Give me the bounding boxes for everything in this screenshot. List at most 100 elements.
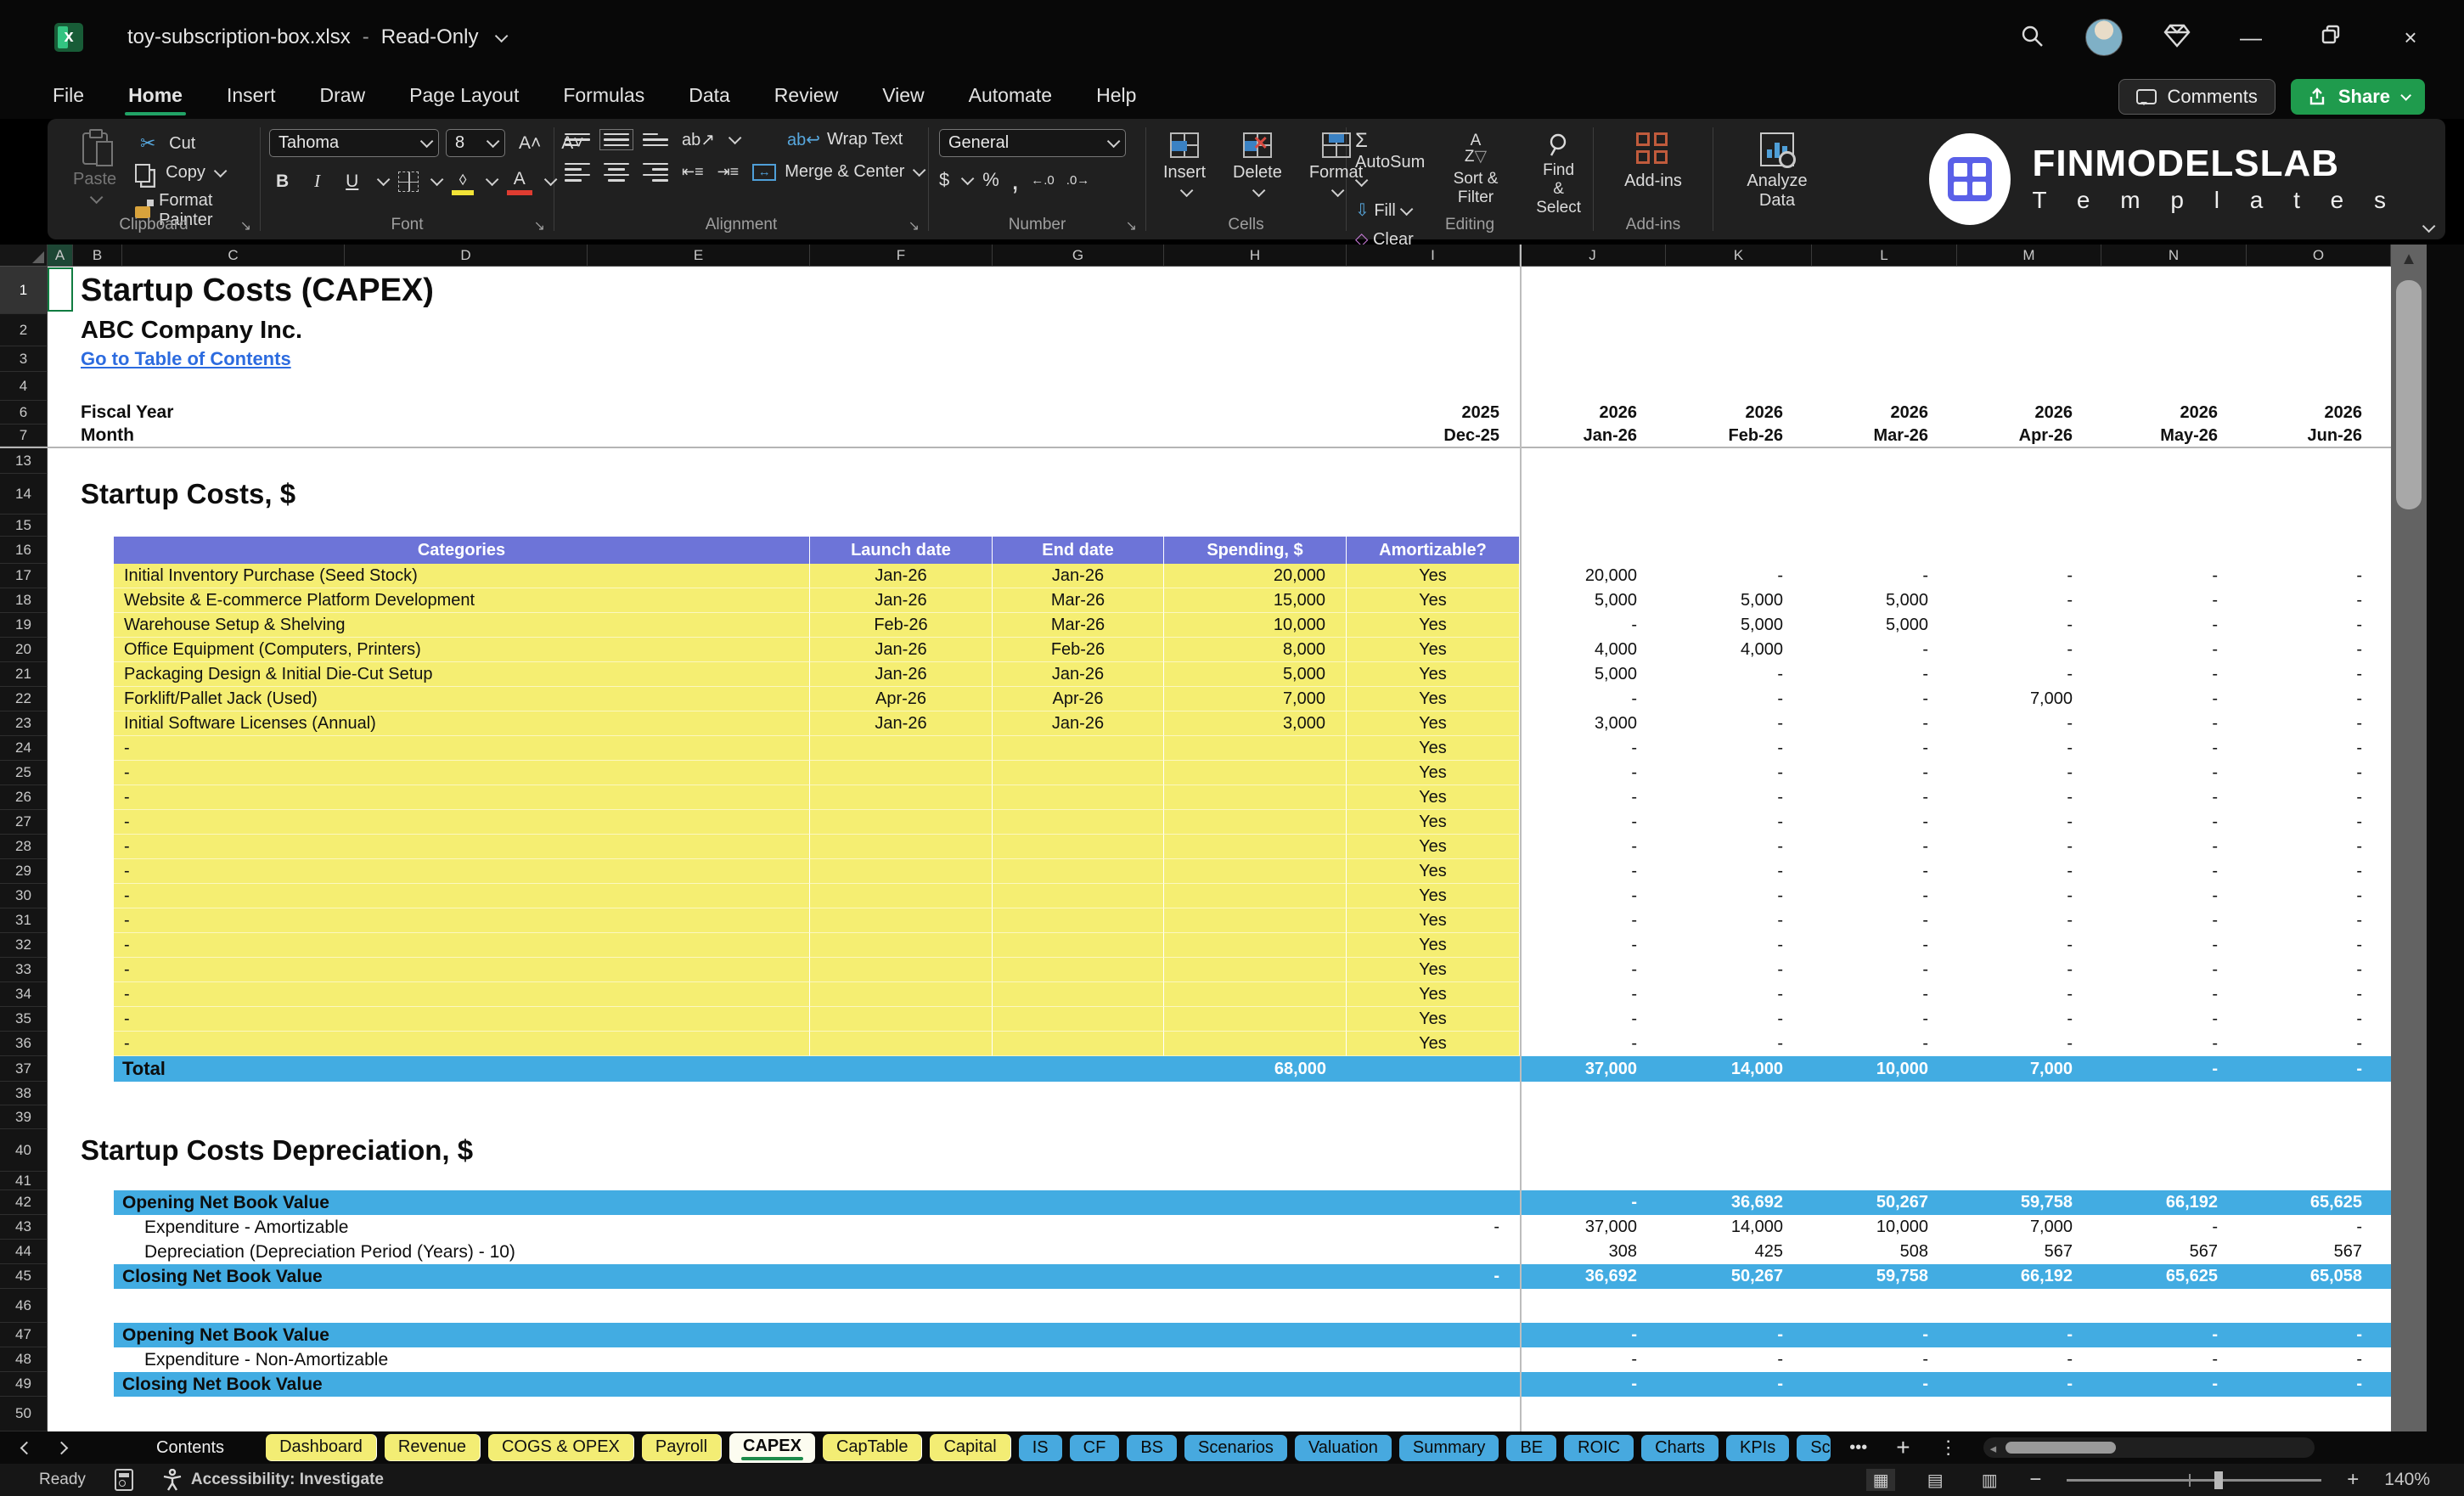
cell-end-date[interactable] [993, 982, 1164, 1007]
cell-monthly[interactable]: 5,000 [1666, 588, 1812, 613]
cell-monthly[interactable]: - [2101, 982, 2247, 1007]
column-header-C[interactable]: C [122, 245, 345, 267]
align-left-button[interactable] [565, 162, 590, 182]
cell-end-date[interactable] [993, 1007, 1164, 1032]
cell-monthly[interactable]: - [1520, 958, 1666, 982]
more-sheets-button[interactable]: ••• [1849, 1438, 1867, 1458]
cell-end-date[interactable] [993, 859, 1164, 884]
cell-monthly[interactable]: - [1520, 859, 1666, 884]
page-break-view-button[interactable]: ▥ [1975, 1469, 2004, 1491]
menu-tab-formulas[interactable]: Formulas [544, 79, 663, 115]
cell-spending[interactable] [1164, 859, 1347, 884]
cell-launch-date[interactable]: Apr-26 [810, 687, 993, 711]
depreciation-monthly[interactable]: 10,000 [1812, 1215, 1957, 1240]
row-number[interactable]: 7 [0, 425, 48, 447]
fiscal-year-value[interactable]: 2026 [1666, 401, 1812, 425]
nbv-monthly[interactable]: - [2101, 1372, 2247, 1397]
sheet-tab-cogs-opex[interactable]: COGS & OPEX [487, 1434, 634, 1461]
cell-end-date[interactable]: Apr-26 [993, 687, 1164, 711]
column-header-I[interactable]: I [1347, 245, 1520, 267]
cell-spending[interactable] [1164, 1007, 1347, 1032]
month-value[interactable]: Mar-26 [1812, 425, 1957, 447]
avatar[interactable] [2085, 19, 2123, 56]
increase-indent-button[interactable]: ⇥≡ [717, 163, 740, 181]
chevron-down-icon[interactable] [485, 172, 499, 187]
sheet-tab-summary[interactable]: Summary [1398, 1434, 1499, 1461]
cell-monthly[interactable]: - [2101, 884, 2247, 908]
sheet-tab-kpis[interactable]: KPIs [1726, 1434, 1790, 1461]
row-number[interactable]: 2 [0, 314, 48, 346]
total-label[interactable]: Total [122, 1056, 166, 1082]
dialog-launcher-icon[interactable]: ↘ [909, 217, 920, 234]
row-number[interactable]: 31 [0, 908, 48, 933]
cell-end-date[interactable] [993, 884, 1164, 908]
scroll-left-arrow[interactable]: ◂ [1990, 1441, 1997, 1456]
tab-options-kebab-icon[interactable]: ⋮ [1939, 1437, 1958, 1459]
row-number[interactable]: 39 [0, 1105, 48, 1129]
sheet-tab-dashboard[interactable]: Dashboard [266, 1434, 377, 1461]
cell-monthly[interactable]: - [1666, 859, 1812, 884]
row-number[interactable]: 1 [0, 267, 48, 314]
sheet-tab-be[interactable]: BE [1506, 1434, 1557, 1461]
nbv-monthly[interactable]: - [1520, 1372, 1666, 1397]
depreciation-monthly[interactable]: - [2247, 1215, 2391, 1240]
cell-amortizable[interactable]: Yes [1347, 687, 1520, 711]
cell-monthly[interactable]: - [2247, 1032, 2391, 1056]
cell-launch-date[interactable] [810, 810, 993, 835]
cell-monthly[interactable]: - [1957, 711, 2101, 736]
cell-monthly[interactable]: - [1520, 785, 1666, 810]
cell-monthly[interactable]: - [1957, 662, 2101, 687]
section-heading[interactable]: Startup Costs, $ [81, 474, 295, 515]
cell-monthly[interactable]: - [2101, 933, 2247, 958]
align-top-button[interactable] [565, 132, 590, 147]
align-center-button[interactable] [604, 162, 629, 182]
column-header-G[interactable]: G [993, 245, 1164, 267]
row-number[interactable]: 49 [0, 1372, 48, 1397]
month-value[interactable]: Jan-26 [1520, 425, 1666, 447]
cell-category[interactable]: - [114, 1032, 810, 1056]
sheet-tab-roic[interactable]: ROIC [1564, 1434, 1634, 1461]
nbv-monthly[interactable]: 36,692 [1520, 1264, 1666, 1289]
cell-monthly[interactable]: 5,000 [1666, 613, 1812, 638]
fiscal-year-value[interactable]: 2026 [1957, 401, 2101, 425]
cell-monthly[interactable]: - [1812, 958, 1957, 982]
cell-monthly[interactable]: - [1520, 884, 1666, 908]
cell-monthly[interactable]: - [1812, 1007, 1957, 1032]
grow-font-button[interactable]: A˄ [512, 132, 548, 155]
cell-monthly[interactable]: - [2247, 958, 2391, 982]
sheet-tab-charts[interactable]: Charts [1641, 1434, 1719, 1461]
zoom-level[interactable]: 140% [2384, 1470, 2430, 1490]
nbv-i-value[interactable]: - [1347, 1264, 1520, 1289]
cell-monthly[interactable]: 5,000 [1520, 662, 1666, 687]
cell-category[interactable]: - [114, 810, 810, 835]
row-number[interactable]: 21 [0, 662, 48, 687]
row-number[interactable]: 22 [0, 687, 48, 711]
fiscal-year-value[interactable]: 2026 [2247, 401, 2391, 425]
horizontal-scrollbar[interactable]: ◂ [1983, 1437, 2315, 1458]
sheet-tab-scenarios[interactable]: Scenarios [1184, 1434, 1287, 1461]
cell-launch-date[interactable] [810, 835, 993, 859]
horizontal-scroll-thumb[interactable] [2005, 1442, 2116, 1454]
cell-monthly[interactable]: - [1666, 785, 1812, 810]
cell-monthly[interactable]: - [1666, 736, 1812, 761]
cell-launch-date[interactable] [810, 933, 993, 958]
find-select-button[interactable]: Find & Select [1524, 129, 1593, 221]
cell-category[interactable]: - [114, 908, 810, 933]
cell-monthly[interactable]: - [1666, 958, 1812, 982]
cell-monthly[interactable]: - [1957, 933, 2101, 958]
cell-amortizable[interactable]: Yes [1347, 933, 1520, 958]
cell-amortizable[interactable]: Yes [1347, 958, 1520, 982]
cell-monthly[interactable]: - [2247, 564, 2391, 588]
cell-monthly[interactable]: - [1957, 588, 2101, 613]
align-bottom-button[interactable] [643, 132, 668, 147]
cell-monthly[interactable]: - [1520, 736, 1666, 761]
row-number[interactable]: 47 [0, 1323, 48, 1347]
sheet-tab-contents[interactable]: Contents [143, 1435, 258, 1461]
cell-monthly[interactable]: - [1957, 638, 2101, 662]
cell-spending[interactable] [1164, 810, 1347, 835]
align-middle-button[interactable] [599, 128, 633, 151]
paste-button[interactable]: Paste [61, 129, 128, 207]
column-header-M[interactable]: M [1957, 245, 2101, 267]
cell-end-date[interactable] [993, 761, 1164, 785]
cell-amortizable[interactable]: Yes [1347, 785, 1520, 810]
